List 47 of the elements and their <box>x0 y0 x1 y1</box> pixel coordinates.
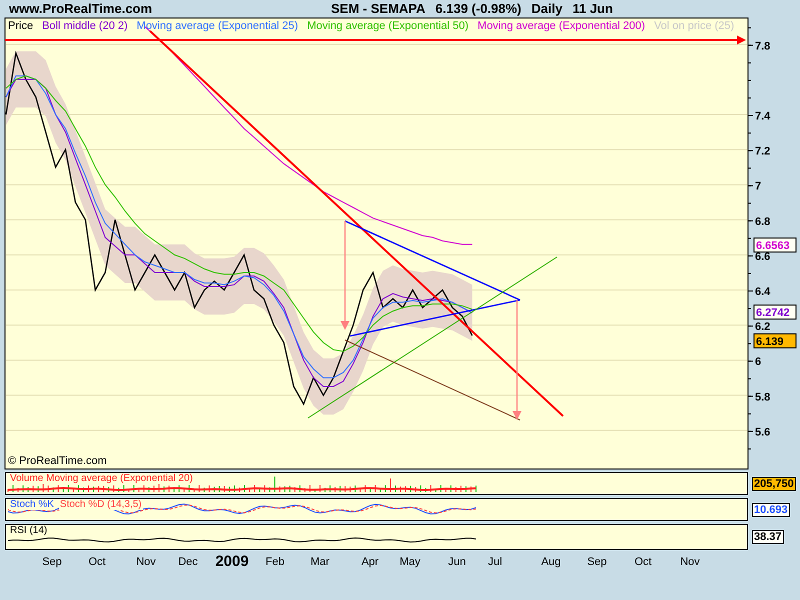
value-badge: 205,750 <box>752 476 796 490</box>
x-axis-label: Oct <box>88 556 106 568</box>
value-badge: 6.6563 <box>754 238 796 253</box>
indicator-label: RSI (14) <box>9 525 48 536</box>
y-axis-label: 7.4 <box>755 110 770 123</box>
y-axis-label: 7 <box>755 180 762 193</box>
legend-item: Price <box>8 20 34 32</box>
legend-item: Moving average (Exponential 25) <box>136 20 298 32</box>
x-axis-label: Oct <box>634 556 652 568</box>
x-axis-label: Mar <box>310 556 330 568</box>
x-axis-label: Nov <box>136 556 156 568</box>
indicator-label: Stoch %D (14,3,5) <box>58 499 143 510</box>
legend-item: Moving average (Exponential 200) <box>478 20 646 32</box>
y-axis-label: 7.8 <box>755 40 770 52</box>
y-axis-label: 5.6 <box>755 426 770 438</box>
x-axis-label: Aug <box>541 556 561 568</box>
y-axis-label: 6.6 <box>755 250 770 263</box>
site-url: www.ProRealTime.com <box>9 1 154 16</box>
value-badge: 10.693 <box>752 502 790 516</box>
value-badge: 6.2742 <box>754 304 796 320</box>
x-axis-label: Dec <box>178 556 198 568</box>
x-axis-label: Apr <box>361 556 379 568</box>
x-axis-label: Jul <box>488 556 502 568</box>
chart-title: SEM - SEMAPA <box>331 1 426 16</box>
chart-period: Daily <box>531 1 562 16</box>
y-axis-label: 6.8 <box>755 216 770 228</box>
copyright-text: © ProRealTime.com <box>8 455 107 467</box>
x-axis-label: Sep <box>42 556 62 568</box>
y-axis-label: 7.2 <box>755 146 770 158</box>
indicator-label: Stoch %K <box>9 499 55 510</box>
x-axis-label: Nov <box>680 556 700 568</box>
y-axis-label: 5.8 <box>755 391 770 404</box>
x-axis-label: Sep <box>587 556 607 568</box>
y-axis-label: 6 <box>755 356 762 368</box>
chart-date: 11 Jun <box>572 1 613 16</box>
x-axis-label: 2009 <box>215 553 249 570</box>
value-badge: 6.139 <box>754 333 796 348</box>
x-axis-label: Jun <box>448 556 466 568</box>
y-axis-label: 6.2 <box>755 321 770 334</box>
value-badge: 38.37 <box>752 530 784 544</box>
legend-item: Moving average (Exponential 50) <box>307 20 469 32</box>
x-axis-label: May <box>400 556 420 568</box>
price-quote: 6.139 (-0.98%) <box>435 1 522 16</box>
legend-item: Boll middle (20 2) <box>42 20 128 32</box>
indicator-label: Volume Moving average (Exponential 20) <box>9 473 194 484</box>
y-axis-label: 6.4 <box>755 286 770 298</box>
x-axis-label: Feb <box>266 556 284 568</box>
